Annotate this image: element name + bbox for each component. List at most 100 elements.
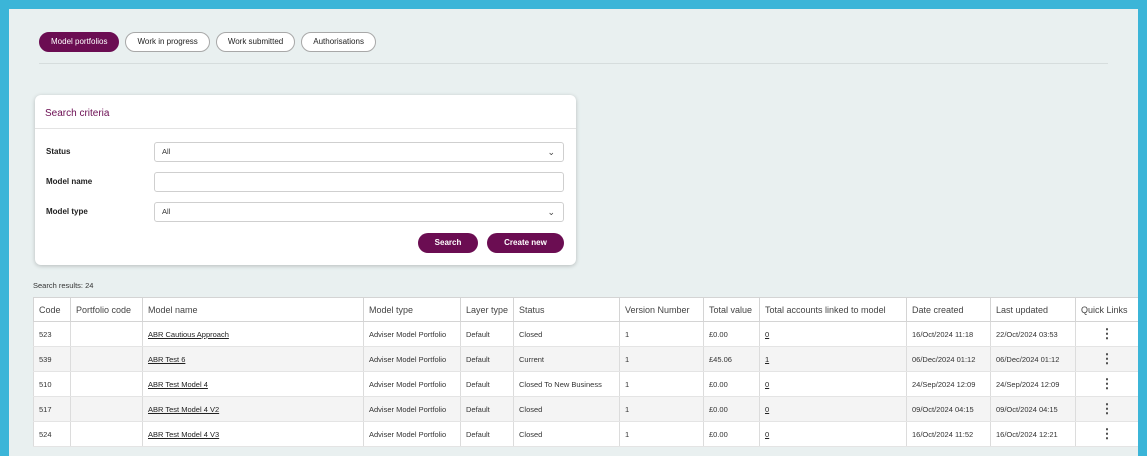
column-header-model-type[interactable]: Model type: [363, 297, 461, 322]
cell-total-value: £45.06: [703, 346, 760, 372]
tab-work-submitted[interactable]: Work submitted: [215, 32, 296, 52]
results-table: Code Portfolio code Model name Model typ…: [33, 297, 1138, 447]
status-label: Status: [46, 147, 71, 156]
cell-code: 524: [33, 421, 71, 447]
model-name-link[interactable]: ABR Test Model 4: [142, 371, 364, 397]
cell-version: 1: [619, 371, 704, 397]
accounts-link[interactable]: 1: [759, 346, 907, 372]
model-name-label: Model name: [46, 177, 93, 186]
cell-total-value: £0.00: [703, 371, 760, 397]
cell-version: 1: [619, 396, 704, 422]
cell-status: Closed: [513, 396, 620, 422]
model-name-link[interactable]: ABR Test 6: [142, 346, 364, 372]
cell-portfolio-code: [70, 421, 143, 447]
model-name-link[interactable]: ABR Test Model 4 V2: [142, 396, 364, 422]
tabs-divider: [39, 63, 1108, 64]
search-criteria-card: Search criteria Status All ⌄ Model name …: [35, 95, 576, 265]
cell-status: Closed: [513, 421, 620, 447]
column-header-version-number[interactable]: Version Number: [619, 297, 704, 322]
results-header-row: Code Portfolio code Model name Model typ…: [33, 297, 1138, 322]
cell-code: 510: [33, 371, 71, 397]
column-header-portfolio-code[interactable]: Portfolio code: [70, 297, 143, 322]
column-header-model-name[interactable]: Model name: [142, 297, 364, 322]
cell-date-created: 09/Oct/2024 04:15: [906, 396, 991, 422]
cell-layer-type: Default: [460, 321, 514, 347]
column-header-layer-type[interactable]: Layer type: [460, 297, 514, 322]
cell-model-type: Adviser Model Portfolio: [363, 421, 461, 447]
cell-model-type: Adviser Model Portfolio: [363, 396, 461, 422]
status-select[interactable]: All ⌄: [154, 142, 564, 162]
cell-portfolio-code: [70, 396, 143, 422]
cell-layer-type: Default: [460, 421, 514, 447]
table-row: 539 ABR Test 6 Adviser Model Portfolio D…: [33, 346, 1138, 372]
cell-portfolio-code: [70, 321, 143, 347]
table-row: 524 ABR Test Model 4 V3 Adviser Model Po…: [33, 421, 1138, 447]
cell-portfolio-code: [70, 371, 143, 397]
search-criteria-title: Search criteria: [45, 108, 110, 119]
search-button[interactable]: Search: [418, 233, 478, 253]
card-divider: [35, 128, 576, 129]
kebab-menu-icon[interactable]: ⋮: [1075, 396, 1138, 422]
cell-model-type: Adviser Model Portfolio: [363, 371, 461, 397]
search-results-count: Search results: 24: [33, 281, 94, 290]
cell-total-value: £0.00: [703, 396, 760, 422]
status-select-value: All: [162, 147, 171, 156]
accounts-link[interactable]: 0: [759, 421, 907, 447]
kebab-menu-icon[interactable]: ⋮: [1075, 421, 1138, 447]
tab-authorisations[interactable]: Authorisations: [301, 32, 376, 52]
accounts-link[interactable]: 0: [759, 321, 907, 347]
kebab-menu-icon[interactable]: ⋮: [1075, 346, 1138, 372]
cell-code: 539: [33, 346, 71, 372]
tab-bar: Model portfolios Work in progress Work s…: [39, 32, 376, 52]
column-header-total-value[interactable]: Total value: [703, 297, 760, 322]
accounts-link[interactable]: 0: [759, 371, 907, 397]
kebab-menu-icon[interactable]: ⋮: [1075, 321, 1138, 347]
tab-model-portfolios[interactable]: Model portfolios: [39, 32, 120, 52]
table-row: 517 ABR Test Model 4 V2 Adviser Model Po…: [33, 396, 1138, 422]
cell-code: 517: [33, 396, 71, 422]
cell-portfolio-code: [70, 346, 143, 372]
model-name-link[interactable]: ABR Cautious Approach: [142, 321, 364, 347]
cell-status: Closed: [513, 321, 620, 347]
accounts-link[interactable]: 0: [759, 396, 907, 422]
column-header-total-accounts[interactable]: Total accounts linked to model: [759, 297, 907, 322]
cell-model-type: Adviser Model Portfolio: [363, 321, 461, 347]
cell-last-updated: 06/Dec/2024 01:12: [990, 346, 1076, 372]
cell-layer-type: Default: [460, 371, 514, 397]
table-row: 510 ABR Test Model 4 Adviser Model Portf…: [33, 371, 1138, 397]
model-type-select[interactable]: All ⌄: [154, 202, 564, 222]
column-header-status[interactable]: Status: [513, 297, 620, 322]
column-header-code[interactable]: Code: [33, 297, 71, 322]
cell-last-updated: 24/Sep/2024 12:09: [990, 371, 1076, 397]
cell-version: 1: [619, 321, 704, 347]
cell-date-created: 06/Dec/2024 01:12: [906, 346, 991, 372]
cell-status: Current: [513, 346, 620, 372]
kebab-menu-icon[interactable]: ⋮: [1075, 371, 1138, 397]
column-header-date-created[interactable]: Date created: [906, 297, 991, 322]
create-new-button[interactable]: Create new: [487, 233, 564, 253]
column-header-quick-links: Quick Links: [1075, 297, 1138, 322]
cell-last-updated: 22/Oct/2024 03:53: [990, 321, 1076, 347]
app-frame: Model portfolios Work in progress Work s…: [9, 9, 1138, 456]
cell-layer-type: Default: [460, 396, 514, 422]
cell-date-created: 16/Oct/2024 11:52: [906, 421, 991, 447]
table-row: 523 ABR Cautious Approach Adviser Model …: [33, 321, 1138, 347]
chevron-down-icon: ⌄: [547, 207, 555, 217]
cell-code: 523: [33, 321, 71, 347]
cell-version: 1: [619, 421, 704, 447]
cell-date-created: 16/Oct/2024 11:18: [906, 321, 991, 347]
cell-date-created: 24/Sep/2024 12:09: [906, 371, 991, 397]
cell-last-updated: 09/Oct/2024 04:15: [990, 396, 1076, 422]
column-header-last-updated[interactable]: Last updated: [990, 297, 1076, 322]
cell-version: 1: [619, 346, 704, 372]
cell-layer-type: Default: [460, 346, 514, 372]
cell-last-updated: 16/Oct/2024 12:21: [990, 421, 1076, 447]
cell-total-value: £0.00: [703, 321, 760, 347]
model-name-link[interactable]: ABR Test Model 4 V3: [142, 421, 364, 447]
tab-work-in-progress[interactable]: Work in progress: [125, 32, 210, 52]
cell-total-value: £0.00: [703, 421, 760, 447]
model-name-input[interactable]: [154, 172, 564, 192]
cell-status: Closed To New Business: [513, 371, 620, 397]
cell-model-type: Adviser Model Portfolio: [363, 346, 461, 372]
chevron-down-icon: ⌄: [547, 147, 555, 157]
